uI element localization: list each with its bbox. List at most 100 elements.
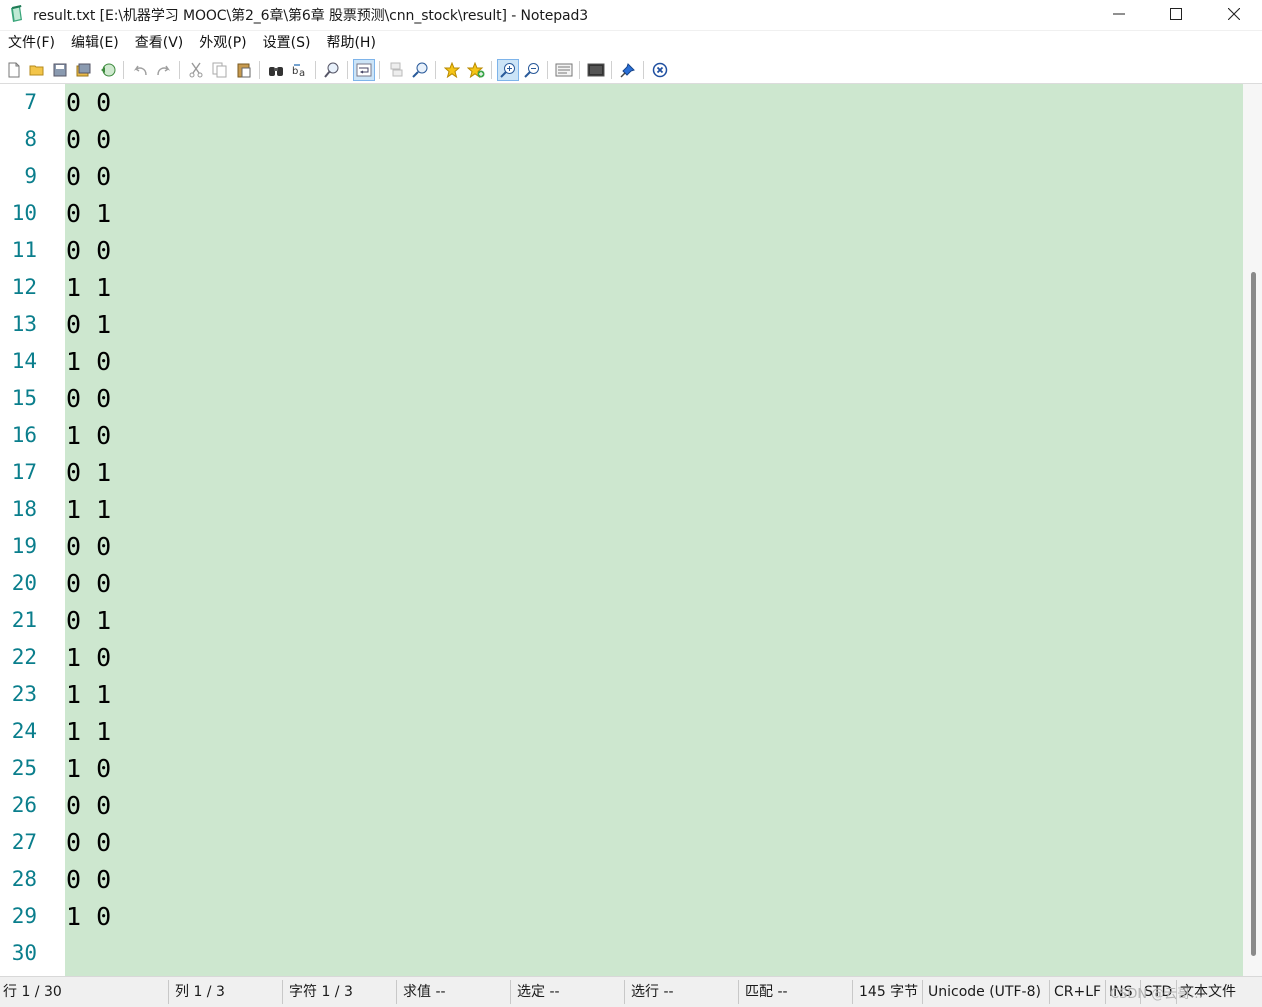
zoom-find-button[interactable] [409,59,431,81]
minimize-button[interactable] [1091,0,1147,28]
mark-button[interactable] [385,59,407,81]
menu-appearance[interactable]: 外观(P) [191,31,254,56]
open-button[interactable] [26,59,48,81]
menu-file[interactable]: 文件(F) [0,31,63,56]
status-line[interactable]: 行 1 / 30 [0,977,168,1007]
status-selected-lines[interactable]: 选行 -- [628,977,738,1007]
status-selection[interactable]: 选定 -- [514,977,624,1007]
add-favorite-button[interactable] [465,59,487,81]
revert-button[interactable] [97,59,119,81]
zoom-find-icon [412,62,428,78]
status-char[interactable]: 字符 1 / 3 [286,977,396,1007]
line-number-row: 10 [0,195,65,232]
page-setup-icon [555,63,573,77]
exit-button[interactable] [649,59,671,81]
word-wrap-icon [356,63,372,77]
text-line[interactable]: 0 0 [65,787,1243,824]
menu-edit[interactable]: 编辑(E) [63,31,127,56]
text-line[interactable]: 0 1 [65,195,1243,232]
goto-button[interactable] [321,59,343,81]
text-line[interactable]: 1 1 [65,676,1243,713]
line-number-row: 19 [0,528,65,565]
close-button[interactable] [1206,0,1262,28]
replace-button[interactable]: ba [289,59,311,81]
new-file-button[interactable] [3,59,25,81]
text-line[interactable]: 0 0 [65,380,1243,417]
text-line[interactable]: 1 0 [65,898,1243,935]
line-number-row: 13 [0,306,65,343]
find-button[interactable] [265,59,287,81]
line-number: 28 [11,867,37,891]
text-line[interactable] [65,935,1243,972]
zoom-out-icon [524,63,539,78]
title-bar: result.txt [E:\机器学习 MOOC\第2_6章\第6章 股票预测\… [0,0,1262,31]
maximize-button[interactable] [1148,0,1204,28]
undo-button[interactable] [129,59,151,81]
status-eol[interactable]: CR+LF [1051,977,1105,1007]
text-line[interactable]: 0 1 [65,454,1243,491]
paste-button[interactable] [233,59,255,81]
status-bar: 行 1 / 30 列 1 / 3 字符 1 / 3 求值 -- 选定 -- 选行… [0,976,1262,1007]
zoom-in-button[interactable] [497,59,519,81]
line-text: 1 1 [66,717,112,746]
menu-settings[interactable]: 设置(S) [255,31,319,56]
text-line[interactable]: 1 1 [65,491,1243,528]
text-line[interactable]: 0 1 [65,602,1243,639]
redo-icon [157,65,171,76]
line-number-row: 16 [0,417,65,454]
vertical-scrollbar[interactable] [1243,84,1262,976]
screen-button[interactable] [585,59,607,81]
line-text: 0 0 [66,828,112,857]
line-number: 20 [11,571,37,595]
zoom-in-icon [500,63,515,78]
text-line[interactable]: 0 0 [65,861,1243,898]
status-sum[interactable]: 求值 -- [400,977,510,1007]
status-match[interactable]: 匹配 -- [742,977,852,1007]
text-line[interactable]: 1 0 [65,343,1243,380]
notepad3-app-icon [11,5,22,22]
text-line[interactable]: 1 0 [65,750,1243,787]
line-text: 1 0 [66,754,112,783]
line-number: 13 [11,312,37,336]
line-number-row: 12 [0,269,65,306]
pin-button[interactable] [617,59,639,81]
page-setup-button[interactable] [553,59,575,81]
text-line[interactable]: 0 0 [65,232,1243,269]
text-line[interactable]: 0 0 [65,528,1243,565]
line-number: 16 [11,423,37,447]
line-number: 26 [11,793,37,817]
redo-button[interactable] [153,59,175,81]
text-line[interactable]: 0 0 [65,121,1243,158]
line-number: 23 [11,682,37,706]
save-button[interactable] [49,59,71,81]
text-line[interactable]: 0 0 [65,84,1243,121]
zoom-out-button[interactable] [521,59,543,81]
new-file-icon [8,62,20,78]
status-column[interactable]: 列 1 / 3 [172,977,282,1007]
text-line[interactable]: 0 0 [65,824,1243,861]
save-as-button[interactable] [73,59,95,81]
revert-icon [101,63,116,77]
menu-view[interactable]: 查看(V) [127,31,192,56]
line-number-row: 17 [0,454,65,491]
menu-help[interactable]: 帮助(H) [318,31,383,56]
text-line[interactable]: 0 0 [65,158,1243,195]
text-line[interactable]: 1 0 [65,639,1243,676]
line-number: 27 [11,830,37,854]
text-line[interactable]: 1 0 [65,417,1243,454]
vertical-scrollbar-thumb[interactable] [1251,272,1256,956]
line-number-row: 25 [0,750,65,787]
text-area[interactable]: 0 0 0 0 0 0 0 1 0 0 1 1 0 1 1 0 0 0 1 0 0 1 1 1 0 0 0… [65,84,1243,976]
status-size[interactable]: 145 字节 [856,977,922,1007]
favorites-button[interactable] [441,59,463,81]
pin-icon [620,63,635,78]
status-encoding[interactable]: Unicode (UTF-8) [925,977,1049,1007]
copy-button[interactable] [209,59,231,81]
word-wrap-button[interactable] [353,59,375,81]
text-line[interactable]: 1 1 [65,713,1243,750]
text-line[interactable]: 0 1 [65,306,1243,343]
text-line[interactable]: 1 1 [65,269,1243,306]
text-line[interactable]: 0 0 [65,565,1243,602]
cut-button[interactable] [185,59,207,81]
editor[interactable]: 7 8 9 10 11 12 13 14 15 16 17 18 19 20 21 22 23 24 25 26 27 2… [0,84,1262,976]
